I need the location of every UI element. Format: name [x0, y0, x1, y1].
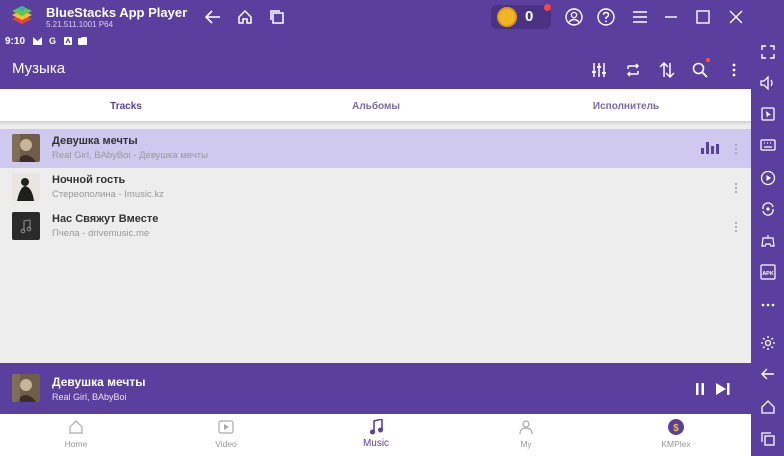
menu-icon[interactable]: [629, 6, 651, 28]
nav-my[interactable]: My: [476, 414, 576, 456]
notification-m-icon: [33, 36, 42, 45]
gamepad-icon[interactable]: [757, 230, 778, 251]
player-title: Девушка мечты: [52, 375, 146, 389]
sync-icon[interactable]: [757, 198, 778, 219]
video-icon: [218, 419, 234, 435]
nav-label: Home: [64, 439, 88, 449]
player-album-art: [12, 374, 40, 402]
equalizer-icon[interactable]: [589, 60, 609, 80]
now-playing-bars-icon: [701, 142, 719, 154]
svg-text:$: $: [673, 423, 679, 434]
app-title: BlueStacks App Player: [46, 5, 188, 20]
macro-play-icon[interactable]: [757, 167, 778, 188]
back-icon[interactable]: [202, 6, 224, 28]
mini-player[interactable]: Девушка мечты Real Girl, BAbyBoi: [0, 363, 751, 414]
settings-icon[interactable]: [757, 332, 778, 353]
track-title: Ночной гость: [52, 174, 126, 186]
search-icon[interactable]: [690, 58, 710, 80]
tab-bar: Tracks Альбомы Исполнитель: [0, 89, 751, 124]
music-note-icon: [368, 419, 384, 435]
album-art-placeholder: [12, 212, 40, 240]
overflow-menu-icon[interactable]: [724, 60, 744, 80]
close-icon[interactable]: [725, 6, 747, 28]
coin-icon: [497, 7, 517, 27]
track-more-icon[interactable]: [729, 180, 743, 196]
nav-video[interactable]: Video: [176, 414, 276, 456]
track-list: Девушка мечты Real Girl, BAbyBoi - Девуш…: [0, 129, 751, 246]
volume-icon[interactable]: [757, 72, 778, 93]
tab-artist[interactable]: Исполнитель: [576, 89, 676, 124]
nav-label: Music: [362, 438, 390, 449]
maximize-icon[interactable]: [692, 6, 714, 28]
repeat-icon[interactable]: [623, 60, 643, 80]
tab-albums[interactable]: Альбомы: [326, 89, 426, 124]
recent-apps-icon[interactable]: [757, 428, 778, 449]
help-icon[interactable]: [595, 6, 617, 28]
minimize-icon[interactable]: [660, 6, 682, 28]
svg-text:APK: APK: [762, 271, 774, 277]
nav-label: Video: [215, 439, 237, 449]
kmplex-coin-icon: $: [668, 419, 684, 435]
album-art: [12, 173, 40, 201]
app-version: 5.21.511.1001 P64: [46, 20, 114, 29]
keyboard-icon[interactable]: [757, 134, 778, 155]
nav-home[interactable]: Home: [26, 414, 126, 456]
app-bar: Музыка: [0, 51, 751, 89]
skip-next-icon[interactable]: [713, 379, 733, 399]
status-bar: 9:10 G: [0, 33, 751, 51]
track-more-icon[interactable]: [729, 141, 743, 157]
album-art: [12, 134, 40, 162]
multitask-icon[interactable]: [266, 6, 288, 28]
google-g-icon: G: [48, 35, 56, 46]
player-subtitle: Real Girl, BAbyBoi: [52, 392, 127, 402]
track-title: Нас Свяжут Вместе: [52, 213, 159, 225]
bluestacks-sidebar: APK: [751, 33, 784, 456]
notification-a-icon: [63, 36, 72, 45]
coins-counter[interactable]: 0: [491, 4, 551, 29]
bluestacks-logo-icon: [12, 6, 32, 24]
sort-icon[interactable]: [657, 60, 677, 80]
coin-notification-dot: [544, 4, 551, 11]
track-row[interactable]: Ночной гость Стереополина - Imusic.kz: [0, 168, 751, 207]
pointer-icon[interactable]: [757, 103, 778, 124]
track-subtitle: Пчела - drivemusic.me: [52, 228, 150, 239]
bottom-navigation: Home Video Music My $ KMPlex: [0, 414, 751, 456]
tab-tracks[interactable]: Tracks: [76, 89, 176, 124]
pause-icon[interactable]: [690, 379, 710, 399]
search-notification-dot: [706, 58, 710, 62]
home-icon[interactable]: [234, 6, 256, 28]
fullscreen-icon[interactable]: [757, 41, 778, 62]
account-icon[interactable]: [563, 6, 585, 28]
more-icon[interactable]: [757, 294, 778, 315]
android-screen: 9:10 G Музыка Tracks Альбомы Исполнитель…: [0, 33, 751, 456]
track-title: Девушка мечты: [52, 135, 138, 147]
bluestacks-window: BlueStacks App Player 5.21.511.1001 P64 …: [0, 0, 784, 456]
home-icon: [68, 419, 84, 435]
status-time: 9:10: [5, 36, 26, 47]
card-icon: [78, 36, 87, 45]
nav-kmplex[interactable]: $ KMPlex: [626, 414, 726, 456]
track-row[interactable]: Нас Свяжут Вместе Пчела - drivemusic.me: [0, 207, 751, 246]
home-icon[interactable]: [757, 396, 778, 417]
title-bar: BlueStacks App Player 5.21.511.1001 P64 …: [0, 0, 784, 33]
person-icon: [518, 419, 534, 435]
track-subtitle: Real Girl, BAbyBoi - Девушка мечты: [52, 150, 208, 161]
nav-label: My: [520, 439, 532, 449]
track-more-icon[interactable]: [729, 219, 743, 235]
track-row[interactable]: Девушка мечты Real Girl, BAbyBoi - Девуш…: [0, 129, 751, 168]
nav-music[interactable]: Music: [326, 414, 426, 456]
tab-shadow: [0, 121, 751, 125]
nav-label: KMPlex: [661, 439, 691, 449]
apk-install-icon[interactable]: APK: [757, 261, 778, 282]
track-subtitle: Стереополина - Imusic.kz: [52, 189, 164, 200]
back-icon[interactable]: [757, 363, 778, 384]
coins-value: 0: [525, 8, 534, 25]
page-title: Музыка: [12, 60, 66, 77]
